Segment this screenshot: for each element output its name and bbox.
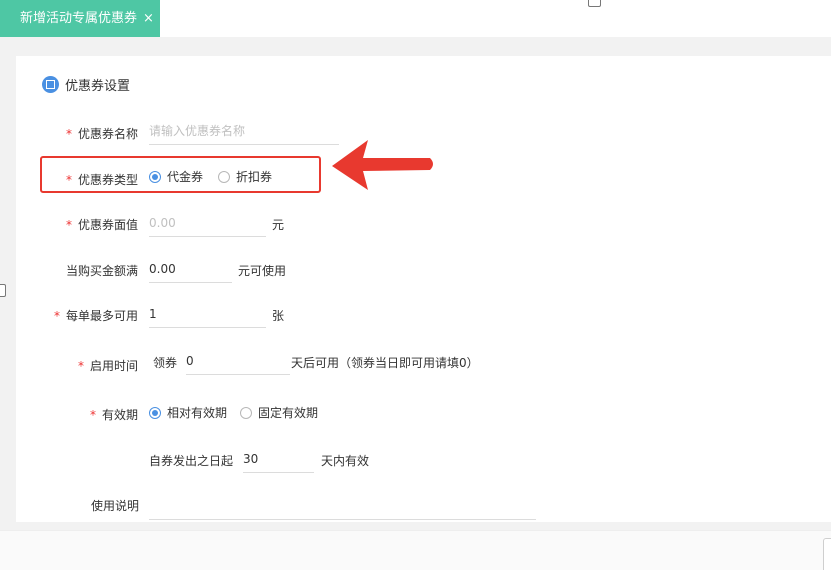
coupon-settings-icon [42, 76, 59, 93]
section-title: 优惠券设置 [65, 79, 131, 94]
min-purchase-label: 当购买金额满 [66, 264, 139, 278]
min-purchase-input[interactable] [149, 256, 232, 283]
start-time-prefix: 领券 [153, 356, 178, 370]
checkbox-top[interactable] [588, 0, 601, 7]
max-per-order-label: * 每单最多可用 [54, 309, 139, 323]
validity-prefix: 自券发出之日起 [149, 454, 234, 468]
tab-close-icon[interactable]: × [143, 11, 154, 26]
start-days-input[interactable] [186, 348, 290, 375]
radio-relative-validity[interactable]: 相对有效期 [149, 404, 227, 421]
usage-note-input[interactable] [149, 493, 536, 520]
page: 新增活动专属优惠券× 优惠券设置 *优惠券名称 *优惠券类型 代金券 折扣券 *… [0, 0, 831, 570]
usage-note-label: 使用说明 [91, 499, 140, 513]
validity-days-input[interactable] [243, 446, 314, 473]
name-label: * 优惠券名称 [66, 127, 139, 141]
validity-unit: 天内有效 [321, 454, 370, 468]
face-value-label: * 优惠券面值 [66, 218, 139, 232]
face-value-input[interactable] [149, 210, 266, 237]
max-per-order-input[interactable] [149, 301, 266, 328]
coupon-name-input[interactable] [149, 118, 339, 145]
bottom-bar [0, 530, 831, 570]
start-time-unit: 天后可用（领券当日即可用请填0） [291, 356, 479, 370]
face-value-unit: 元 [272, 218, 285, 232]
checkbox-left[interactable] [0, 284, 6, 297]
radio-fixed-validity[interactable]: 固定有效期 [240, 404, 318, 421]
radio-unchecked-icon [240, 406, 252, 419]
min-purchase-unit: 元可使用 [238, 264, 287, 278]
validity-label: * 有效期 [90, 408, 139, 422]
form-panel [16, 56, 831, 522]
annotation-highlight-box [40, 156, 321, 193]
bottom-right-control[interactable] [823, 538, 831, 570]
start-time-label: * 启用时间 [78, 359, 139, 373]
tab-title: 新增活动专属优惠券 [20, 11, 138, 26]
tab-new-coupon[interactable]: 新增活动专属优惠券 × [0, 0, 160, 37]
red-arrow-icon [332, 140, 433, 190]
radio-checked-icon [149, 406, 161, 419]
max-per-order-unit: 张 [272, 309, 285, 323]
section-header: 优惠券设置 [42, 75, 130, 94]
